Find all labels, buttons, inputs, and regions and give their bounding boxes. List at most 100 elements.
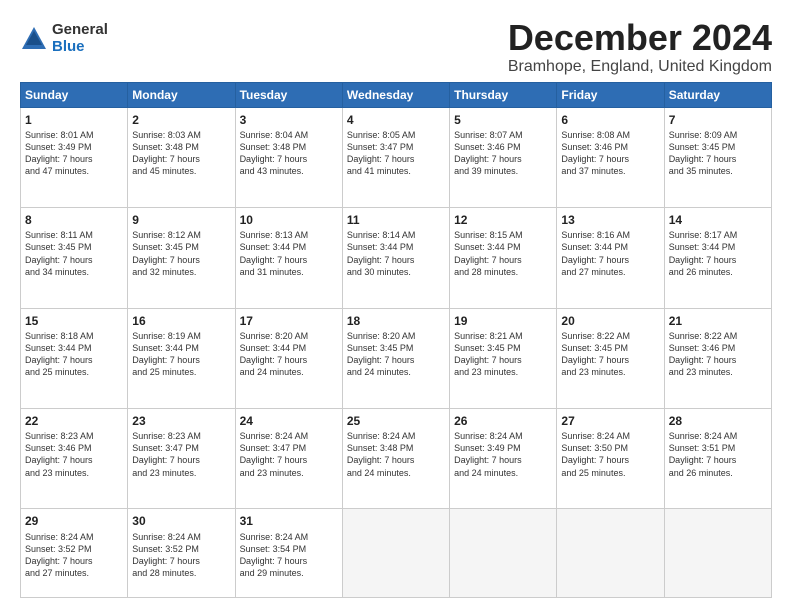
day-info: Sunrise: 8:21 AM Sunset: 3:45 PM Dayligh… <box>454 330 552 379</box>
day-number: 3 <box>240 112 338 128</box>
day-info: Sunrise: 8:08 AM Sunset: 3:46 PM Dayligh… <box>561 129 659 178</box>
day-number: 31 <box>240 513 338 529</box>
day-info: Sunrise: 8:17 AM Sunset: 3:44 PM Dayligh… <box>669 229 767 278</box>
day-number: 22 <box>25 413 123 429</box>
table-row: 16Sunrise: 8:19 AM Sunset: 3:44 PM Dayli… <box>128 308 235 408</box>
table-row: 15Sunrise: 8:18 AM Sunset: 3:44 PM Dayli… <box>21 308 128 408</box>
col-monday: Monday <box>128 82 235 107</box>
day-number: 5 <box>454 112 552 128</box>
table-row: 27Sunrise: 8:24 AM Sunset: 3:50 PM Dayli… <box>557 409 664 509</box>
table-row: 12Sunrise: 8:15 AM Sunset: 3:44 PM Dayli… <box>450 208 557 308</box>
day-info: Sunrise: 8:13 AM Sunset: 3:44 PM Dayligh… <box>240 229 338 278</box>
day-number: 9 <box>132 212 230 228</box>
day-number: 6 <box>561 112 659 128</box>
day-number: 23 <box>132 413 230 429</box>
day-info: Sunrise: 8:05 AM Sunset: 3:47 PM Dayligh… <box>347 129 445 178</box>
logo-blue-text: Blue <box>52 39 108 56</box>
day-info: Sunrise: 8:23 AM Sunset: 3:47 PM Dayligh… <box>132 430 230 479</box>
day-info: Sunrise: 8:19 AM Sunset: 3:44 PM Dayligh… <box>132 330 230 379</box>
day-info: Sunrise: 8:24 AM Sunset: 3:47 PM Dayligh… <box>240 430 338 479</box>
table-row: 17Sunrise: 8:20 AM Sunset: 3:44 PM Dayli… <box>235 308 342 408</box>
day-info: Sunrise: 8:15 AM Sunset: 3:44 PM Dayligh… <box>454 229 552 278</box>
table-row: 18Sunrise: 8:20 AM Sunset: 3:45 PM Dayli… <box>342 308 449 408</box>
day-info: Sunrise: 8:24 AM Sunset: 3:52 PM Dayligh… <box>25 531 123 580</box>
week-row-1: 1Sunrise: 8:01 AM Sunset: 3:49 PM Daylig… <box>21 107 772 207</box>
day-info: Sunrise: 8:07 AM Sunset: 3:46 PM Dayligh… <box>454 129 552 178</box>
table-row: 21Sunrise: 8:22 AM Sunset: 3:46 PM Dayli… <box>664 308 771 408</box>
table-row: 11Sunrise: 8:14 AM Sunset: 3:44 PM Dayli… <box>342 208 449 308</box>
table-row: 31 Sunrise: 8:24 AM Sunset: 3:54 PM Dayli… <box>235 509 342 598</box>
day-number: 17 <box>240 313 338 329</box>
day-info: Sunrise: 8:09 AM Sunset: 3:45 PM Dayligh… <box>669 129 767 178</box>
table-row: 6Sunrise: 8:08 AM Sunset: 3:46 PM Daylig… <box>557 107 664 207</box>
day-number: 24 <box>240 413 338 429</box>
day-number: 29 <box>25 513 123 529</box>
table-row: 24Sunrise: 8:24 AM Sunset: 3:47 PM Dayli… <box>235 409 342 509</box>
day-info: Sunrise: 8:24 AM Sunset: 3:48 PM Dayligh… <box>347 430 445 479</box>
day-info: Sunrise: 8:23 AM Sunset: 3:46 PM Dayligh… <box>25 430 123 479</box>
day-number: 13 <box>561 212 659 228</box>
table-row: 2Sunrise: 8:03 AM Sunset: 3:48 PM Daylig… <box>128 107 235 207</box>
day-number: 26 <box>454 413 552 429</box>
day-number: 11 <box>347 212 445 228</box>
day-info: Sunrise: 8:24 AM Sunset: 3:50 PM Dayligh… <box>561 430 659 479</box>
day-info: Sunrise: 8:24 AM Sunset: 3:49 PM Dayligh… <box>454 430 552 479</box>
table-row <box>450 509 557 598</box>
day-number: 28 <box>669 413 767 429</box>
logo-general: General <box>52 22 108 39</box>
table-row: 29 Sunrise: 8:24 AM Sunset: 3:52 PM Dayli… <box>21 509 128 598</box>
logo: General Blue <box>20 22 108 55</box>
day-number: 8 <box>25 212 123 228</box>
day-number: 16 <box>132 313 230 329</box>
day-number: 27 <box>561 413 659 429</box>
day-number: 19 <box>454 313 552 329</box>
calendar-table: Sunday Monday Tuesday Wednesday Thursday… <box>20 82 772 598</box>
table-row: 14Sunrise: 8:17 AM Sunset: 3:44 PM Dayli… <box>664 208 771 308</box>
day-info: Sunrise: 8:24 AM Sunset: 3:52 PM Dayligh… <box>132 531 230 580</box>
logo-icon <box>20 25 48 53</box>
table-row: 28Sunrise: 8:24 AM Sunset: 3:51 PM Dayli… <box>664 409 771 509</box>
table-row: 1Sunrise: 8:01 AM Sunset: 3:49 PM Daylig… <box>21 107 128 207</box>
table-row: 22Sunrise: 8:23 AM Sunset: 3:46 PM Dayli… <box>21 409 128 509</box>
col-tuesday: Tuesday <box>235 82 342 107</box>
day-info: Sunrise: 8:18 AM Sunset: 3:44 PM Dayligh… <box>25 330 123 379</box>
table-row: 13Sunrise: 8:16 AM Sunset: 3:44 PM Dayli… <box>557 208 664 308</box>
week-row-2: 8Sunrise: 8:11 AM Sunset: 3:45 PM Daylig… <box>21 208 772 308</box>
day-number: 30 <box>132 513 230 529</box>
table-row: 30 Sunrise: 8:24 AM Sunset: 3:52 PM Dayli… <box>128 509 235 598</box>
day-info: Sunrise: 8:24 AM Sunset: 3:54 PM Dayligh… <box>240 531 338 580</box>
week-row-5: 29 Sunrise: 8:24 AM Sunset: 3:52 PM Dayli… <box>21 509 772 598</box>
day-info: Sunrise: 8:03 AM Sunset: 3:48 PM Dayligh… <box>132 129 230 178</box>
day-number: 21 <box>669 313 767 329</box>
table-row: 9Sunrise: 8:12 AM Sunset: 3:45 PM Daylig… <box>128 208 235 308</box>
day-number: 18 <box>347 313 445 329</box>
table-row: 7Sunrise: 8:09 AM Sunset: 3:45 PM Daylig… <box>664 107 771 207</box>
table-row: 26Sunrise: 8:24 AM Sunset: 3:49 PM Dayli… <box>450 409 557 509</box>
day-info: Sunrise: 8:22 AM Sunset: 3:46 PM Dayligh… <box>669 330 767 379</box>
week-row-3: 15Sunrise: 8:18 AM Sunset: 3:44 PM Dayli… <box>21 308 772 408</box>
day-number: 1 <box>25 112 123 128</box>
calendar-title: December 2024 <box>508 18 772 58</box>
day-number: 10 <box>240 212 338 228</box>
day-number: 2 <box>132 112 230 128</box>
title-block: December 2024 Bramhope, England, United … <box>508 18 772 76</box>
calendar-location: Bramhope, England, United Kingdom <box>508 58 772 76</box>
table-row <box>664 509 771 598</box>
col-sunday: Sunday <box>21 82 128 107</box>
day-number: 25 <box>347 413 445 429</box>
day-info: Sunrise: 8:12 AM Sunset: 3:45 PM Dayligh… <box>132 229 230 278</box>
col-saturday: Saturday <box>664 82 771 107</box>
table-row: 8Sunrise: 8:11 AM Sunset: 3:45 PM Daylig… <box>21 208 128 308</box>
table-row: 3Sunrise: 8:04 AM Sunset: 3:48 PM Daylig… <box>235 107 342 207</box>
col-thursday: Thursday <box>450 82 557 107</box>
table-row: 19Sunrise: 8:21 AM Sunset: 3:45 PM Dayli… <box>450 308 557 408</box>
day-number: 15 <box>25 313 123 329</box>
header: General Blue December 2024 Bramhope, Eng… <box>20 18 772 76</box>
col-wednesday: Wednesday <box>342 82 449 107</box>
page: General Blue December 2024 Bramhope, Eng… <box>0 0 792 612</box>
day-info: Sunrise: 8:20 AM Sunset: 3:44 PM Dayligh… <box>240 330 338 379</box>
day-info: Sunrise: 8:20 AM Sunset: 3:45 PM Dayligh… <box>347 330 445 379</box>
day-number: 20 <box>561 313 659 329</box>
header-row: Sunday Monday Tuesday Wednesday Thursday… <box>21 82 772 107</box>
col-friday: Friday <box>557 82 664 107</box>
